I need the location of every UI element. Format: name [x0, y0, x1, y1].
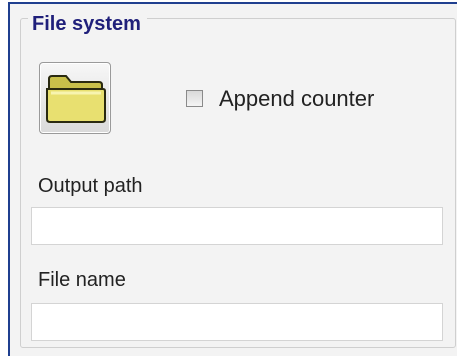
- output-path-input[interactable]: [31, 207, 443, 245]
- browse-folder-button[interactable]: [39, 62, 111, 134]
- output-path-label: Output path: [38, 175, 143, 197]
- file-name-label: File name: [38, 269, 126, 291]
- append-counter-checkbox[interactable]: [186, 90, 203, 107]
- file-name-input[interactable]: [31, 303, 443, 341]
- append-counter-label: Append counter: [219, 86, 375, 111]
- panel-title: File system: [28, 12, 147, 36]
- folder-icon: [46, 75, 106, 123]
